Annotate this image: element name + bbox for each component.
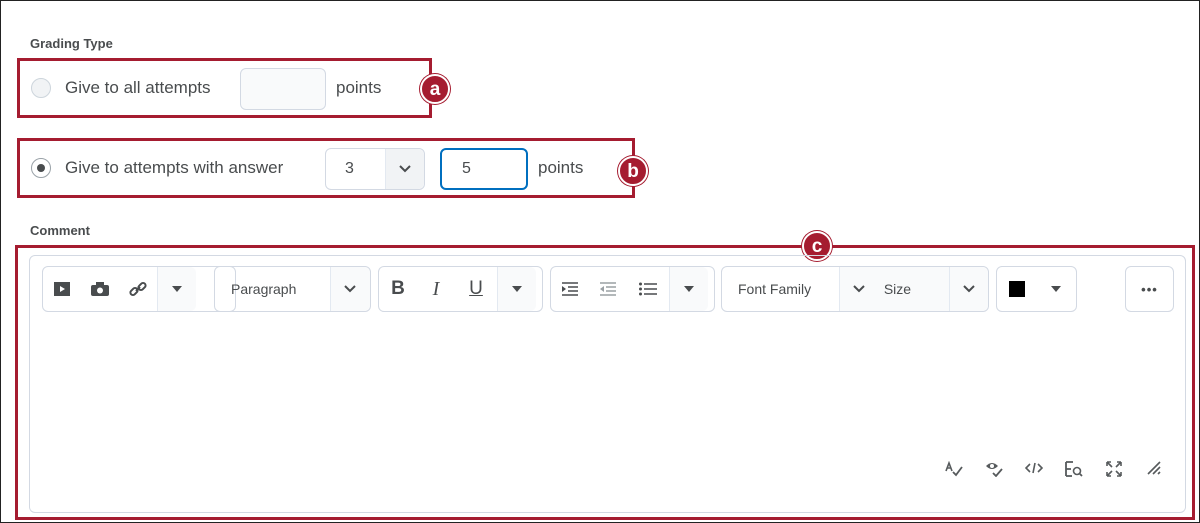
grading-type-label: Grading Type (30, 36, 113, 51)
color-dropdown-icon (1037, 267, 1075, 311)
comment-editor[interactable]: Paragraph B I U Font Family Size ••• (29, 255, 1186, 513)
insert-more-dropdown[interactable] (157, 267, 196, 311)
source-code-icon[interactable] (1023, 461, 1045, 481)
accessibility-check-icon[interactable] (983, 461, 1005, 481)
outdent-icon[interactable] (589, 267, 627, 311)
chevron-down-icon (385, 149, 424, 189)
font-size-select[interactable]: Size (877, 267, 950, 311)
editor-footer-icons (943, 460, 1165, 481)
all-attempts-points-input[interactable] (240, 68, 326, 110)
preview-icon[interactable] (1063, 461, 1085, 481)
list-group (550, 266, 715, 312)
option-give-answer-label: Give to attempts with answer (65, 158, 284, 177)
chevron-down-icon[interactable] (949, 267, 988, 311)
points-suffix-b: points (538, 158, 584, 177)
font-group: Font Family Size (721, 266, 989, 312)
text-style-dropdown[interactable] (497, 267, 536, 311)
radio-give-answer[interactable] (31, 158, 51, 178)
chevron-down-icon (329, 267, 370, 311)
list-dropdown[interactable] (669, 267, 708, 311)
italic-button[interactable]: I (417, 267, 455, 311)
fullscreen-icon[interactable] (1103, 461, 1125, 481)
underline-button[interactable]: U (455, 267, 497, 311)
resize-handle-icon[interactable] (1143, 461, 1165, 481)
radio-give-all[interactable] (31, 78, 51, 98)
toolbar-insert-group (42, 266, 236, 312)
color-swatch (997, 267, 1037, 311)
callout-badge-b: b (618, 156, 648, 186)
comment-label: Comment (30, 223, 90, 238)
answer-select-value: 3 (345, 160, 354, 177)
insert-link-icon[interactable] (119, 267, 157, 311)
insert-video-icon[interactable] (43, 267, 81, 311)
points-suffix-a: points (336, 78, 382, 97)
text-color-picker[interactable] (996, 266, 1077, 312)
callout-badge-a: a (420, 74, 450, 104)
chevron-down-icon[interactable] (839, 267, 878, 311)
bullet-list-icon[interactable] (627, 267, 669, 311)
option-give-all-label: Give to all attempts (65, 78, 211, 97)
indent-icon[interactable] (551, 267, 589, 311)
font-family-select[interactable]: Font Family (722, 267, 839, 311)
paragraph-format-select[interactable]: Paragraph (214, 266, 371, 312)
paragraph-format-label: Paragraph (231, 281, 297, 297)
spellcheck-icon[interactable] (943, 460, 965, 481)
answer-points-input[interactable]: 5 (440, 148, 528, 190)
bold-button[interactable]: B (379, 267, 417, 311)
answer-select[interactable]: 3 (325, 148, 425, 190)
text-style-group: B I U (378, 266, 543, 312)
more-actions-button[interactable]: ••• (1125, 266, 1174, 312)
insert-image-icon[interactable] (81, 267, 119, 311)
